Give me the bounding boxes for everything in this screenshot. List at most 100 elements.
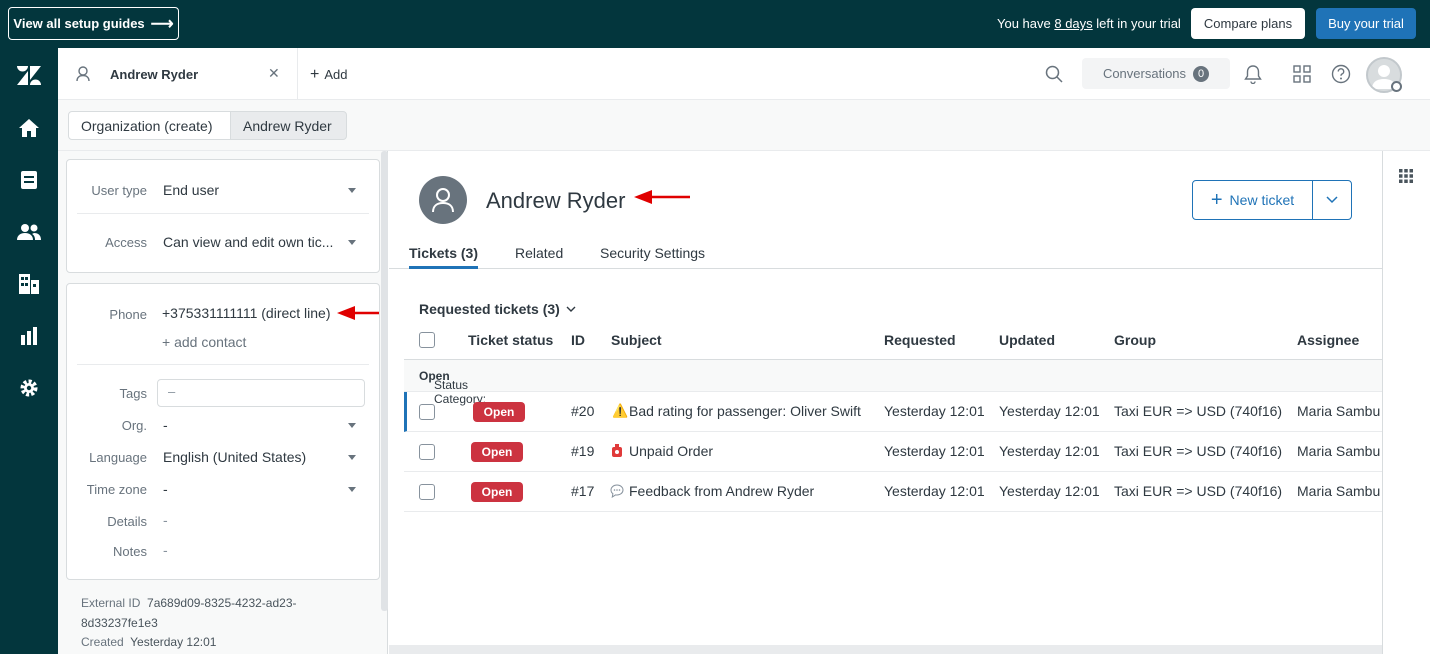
organizations-icon[interactable] <box>17 272 41 296</box>
compare-plans-button[interactable]: Compare plans <box>1191 8 1305 39</box>
user-type-label: User type <box>91 183 147 198</box>
speech-bubble-icon <box>610 484 624 501</box>
left-navigation <box>0 48 58 654</box>
tags-label: Tags <box>119 386 147 401</box>
notes-field[interactable]: - <box>163 542 168 558</box>
close-icon[interactable]: ✕ <box>268 65 280 82</box>
column-group[interactable]: Group <box>1114 332 1156 348</box>
ticket-subject[interactable]: Feedback from Andrew Ryder <box>629 483 814 499</box>
reporting-icon[interactable] <box>17 324 41 348</box>
zendesk-logo-icon[interactable] <box>17 64 41 88</box>
buy-trial-button[interactable]: Buy your trial <box>1316 8 1416 39</box>
customers-icon[interactable] <box>17 220 41 244</box>
admin-gear-icon[interactable] <box>17 376 41 400</box>
workspace-header: Andrew Ryder ✕ + Add Conversations 0 <box>58 48 1430 100</box>
bell-icon[interactable] <box>1244 64 1262 87</box>
ticket-subject[interactable]: Unpaid Order <box>629 443 713 459</box>
ticket-subject[interactable]: Bad rating for passenger: Oliver Swift <box>629 403 861 419</box>
arrow-right-icon: ⟶ <box>150 15 174 33</box>
tab-related[interactable]: Related <box>515 245 563 269</box>
tab-security-settings[interactable]: Security Settings <box>600 245 705 269</box>
breadcrumb-organization[interactable]: Organization (create) <box>68 111 231 140</box>
add-tab-button[interactable]: + Add <box>310 66 347 82</box>
new-ticket-button[interactable]: + New ticket <box>1192 180 1313 220</box>
details-field[interactable]: - <box>163 512 168 528</box>
row-checkbox[interactable] <box>419 484 435 500</box>
divider <box>77 213 369 214</box>
requested-tickets-toggle[interactable]: Requested tickets (3) <box>419 301 576 317</box>
ticket-updated: Yesterday 12:01 <box>999 443 1100 459</box>
user-avatar <box>419 176 467 224</box>
ticket-requested: Yesterday 12:01 <box>884 403 985 419</box>
created-date: Created Yesterday 12:01 <box>81 635 217 649</box>
external-id: External ID 7a689d09-8325-4232-ad23- 8d3… <box>81 596 297 630</box>
breadcrumb: Organization (create) Andrew Ryder <box>58 100 1430 151</box>
add-contact-link[interactable]: + add contact <box>162 334 246 350</box>
table-row[interactable]: Open #17 Feedback from Andrew Ryder Yest… <box>404 472 1382 512</box>
row-checkbox[interactable] <box>419 444 435 460</box>
guides-label: View all setup guides <box>13 16 145 31</box>
ticket-requested: Yesterday 12:01 <box>884 443 985 459</box>
ticket-id: #19 <box>571 443 595 459</box>
user-type-select[interactable]: End user <box>163 182 219 198</box>
column-subject[interactable]: Subject <box>611 332 662 348</box>
phone-value[interactable]: +375331111111 (direct line) <box>162 305 331 321</box>
user-properties-panel: User type End user Access Can view and e… <box>58 151 388 654</box>
timezone-label: Time zone <box>86 482 147 497</box>
trial-topbar: View all setup guides ⟶ You have 8 days … <box>0 0 1430 48</box>
column-updated[interactable]: Updated <box>999 332 1055 348</box>
trial-days[interactable]: 8 days <box>1054 16 1092 31</box>
ticket-id: #20 <box>571 403 595 419</box>
chevron-down-icon <box>1326 196 1338 204</box>
page-title: Andrew Ryder <box>486 188 626 213</box>
apps-grid-icon[interactable] <box>1293 65 1311 86</box>
ticket-assignee: Maria Sambu <box>1297 483 1381 499</box>
conversations-button[interactable]: Conversations 0 <box>1082 58 1230 89</box>
org-label: Org. <box>121 418 147 433</box>
conversations-count: 0 <box>1193 65 1210 82</box>
ticket-updated: Yesterday 12:01 <box>999 483 1100 499</box>
apps-grid-icon[interactable] <box>1399 169 1413 186</box>
select-all-checkbox[interactable] <box>419 332 435 348</box>
views-icon[interactable] <box>17 168 41 192</box>
user-settings-card: User type End user Access Can view and e… <box>66 159 380 273</box>
warning-icon: ⚠️ <box>612 403 629 418</box>
column-id[interactable]: ID <box>571 332 585 348</box>
notes-label: Notes <box>113 544 147 559</box>
language-label: Language <box>89 450 147 465</box>
horizontal-scrollbar[interactable] <box>389 645 1382 654</box>
status-indicator <box>1391 81 1402 92</box>
breadcrumb-user[interactable]: Andrew Ryder <box>230 111 347 140</box>
tab-tickets[interactable]: Tickets (3) <box>409 245 478 269</box>
user-workspace-tab[interactable]: Andrew Ryder ✕ <box>58 48 298 100</box>
row-checkbox[interactable] <box>419 404 435 420</box>
user-fields-card: Phone +375331111111 (direct line) + add … <box>66 283 380 580</box>
table-row[interactable]: Open #19 Unpaid Order Yesterday 12:01 Ye… <box>404 432 1382 472</box>
tags-input[interactable]: – <box>157 379 365 407</box>
new-ticket-dropdown[interactable] <box>1312 180 1352 220</box>
help-icon[interactable] <box>1331 64 1351 87</box>
access-label: Access <box>105 235 147 250</box>
ticket-group: Taxi EUR => USD (740f16) <box>1114 443 1283 459</box>
org-select[interactable]: - <box>163 417 168 433</box>
chevron-down-icon <box>566 306 576 312</box>
sidebar-scrollbar[interactable] <box>381 151 388 611</box>
timezone-select[interactable]: - <box>163 481 168 497</box>
ticket-group: Taxi EUR => USD (740f16) <box>1114 403 1283 419</box>
column-requested[interactable]: Requested <box>884 332 956 348</box>
trial-message: You have 8 days left in your trial <box>997 16 1181 31</box>
table-row[interactable]: Open #20 ⚠️ Bad rating for passenger: Ol… <box>404 392 1382 432</box>
access-select[interactable]: Can view and edit own tic... <box>163 234 333 250</box>
chevron-down-icon <box>348 423 356 428</box>
language-select[interactable]: English (United States) <box>163 449 306 465</box>
search-icon[interactable] <box>1045 65 1063 86</box>
column-assignee[interactable]: Assignee <box>1297 332 1359 348</box>
status-badge: Open <box>473 402 525 422</box>
view-setup-guides-button[interactable]: View all setup guides ⟶ <box>8 7 179 40</box>
column-ticket-status[interactable]: Ticket status <box>468 332 553 348</box>
home-icon[interactable] <box>17 116 41 140</box>
ticket-group: Taxi EUR => USD (740f16) <box>1114 483 1283 499</box>
chevron-down-icon <box>348 240 356 245</box>
divider <box>77 364 369 365</box>
person-icon <box>76 66 90 85</box>
